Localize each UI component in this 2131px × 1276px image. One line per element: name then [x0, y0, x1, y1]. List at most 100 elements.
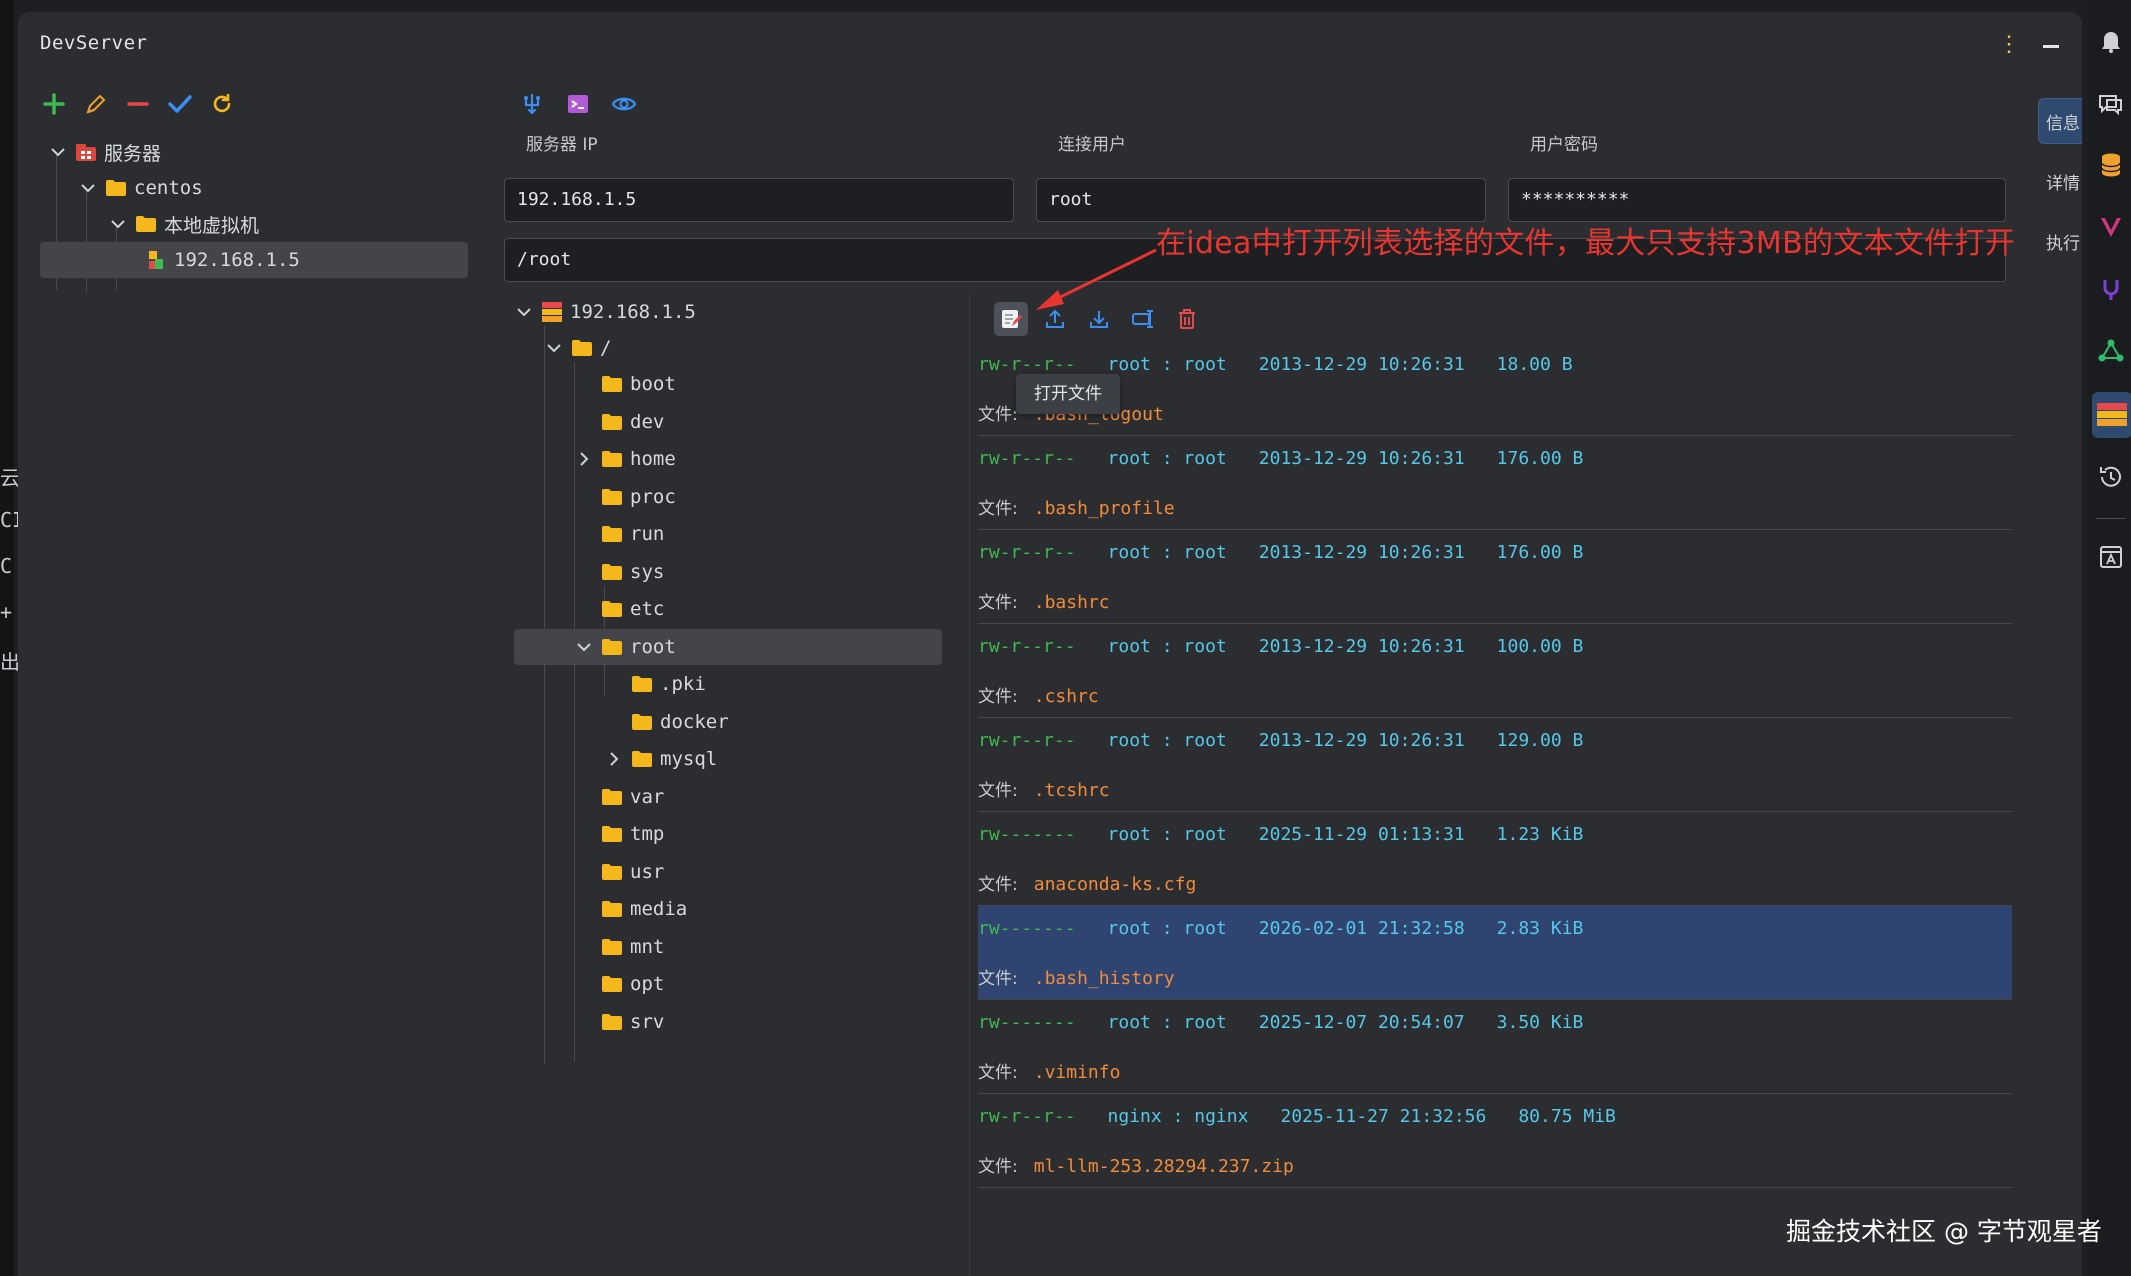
file-row[interactable]: rw------- root : root 2025-11-29 01:13:31 1… — [978, 812, 2012, 906]
chevron-down-icon[interactable] — [574, 637, 594, 657]
remote-dir-dev[interactable]: dev — [574, 404, 664, 440]
remote-dir-mysql[interactable]: mysql — [604, 741, 717, 777]
file-row[interactable]: rw-r--r-- root : root 2013-12-29 10:26:31 1… — [978, 624, 2012, 718]
tree-label: tmp — [630, 823, 665, 845]
remote-dir-var[interactable]: var — [574, 779, 664, 815]
chevron-down-icon[interactable] — [108, 214, 128, 234]
password-label: 用户密码 — [1530, 135, 1598, 155]
edit-icon[interactable] — [82, 90, 110, 118]
remote-dir-opt[interactable]: opt — [574, 966, 664, 1002]
graph-icon[interactable] — [2096, 336, 2126, 366]
file-label: 文件: — [978, 499, 1018, 519]
remote-host-node[interactable]: 192.168.1.5 — [514, 294, 696, 330]
remote-dir-docker[interactable]: docker — [604, 704, 729, 740]
ip-label: 服务器 IP — [526, 135, 598, 155]
sftp-icon[interactable] — [518, 90, 546, 118]
file-row[interactable]: rw-r--r-- nginx : nginx 2025-11-27 21:32:5… — [978, 1094, 2012, 1188]
app-title: DevServer — [40, 32, 148, 54]
tree-label: 服务器 — [104, 142, 162, 165]
remote-dir-etc[interactable]: etc — [574, 591, 664, 627]
remote-dir-root[interactable]: root — [514, 628, 942, 665]
chevron-right-icon[interactable] — [604, 749, 624, 769]
file-name: .viminfo — [1033, 1062, 1121, 1083]
notification-bell-icon[interactable] — [2096, 26, 2126, 56]
ip-input[interactable]: 192.168.1.5 — [504, 178, 1014, 222]
remote-dir-home[interactable]: home — [574, 441, 676, 477]
tab-details[interactable]: 详情 — [2038, 158, 2082, 204]
file-size: 2.83 KiB — [1496, 918, 1584, 939]
open-file-icon[interactable] — [994, 302, 1028, 336]
history-icon[interactable] — [2096, 462, 2126, 492]
devserver-tool-icon[interactable] — [2092, 392, 2131, 438]
tree-node-servers[interactable]: 服务器 — [48, 134, 161, 170]
file-size: 129.00 B — [1496, 730, 1584, 751]
add-icon[interactable] — [40, 90, 68, 118]
delete-icon[interactable] — [1170, 302, 1204, 336]
remote-dir-pki[interactable]: .pki — [604, 666, 706, 702]
file-row[interactable]: rw------- root : root 2025-12-07 20:54:07 3… — [978, 1000, 2012, 1094]
chevron-down-icon[interactable] — [78, 178, 98, 198]
chevron-right-icon[interactable] — [574, 449, 594, 469]
file-name: ml-llm-253.28294.237.zip — [1033, 1156, 1294, 1177]
remote-dir-sys[interactable]: sys — [574, 554, 664, 590]
refresh-icon[interactable] — [208, 90, 236, 118]
folder-icon — [600, 861, 624, 883]
remote-dir-run[interactable]: run — [574, 516, 664, 552]
remote-dir-media[interactable]: media — [574, 891, 687, 927]
file-size: 176.00 B — [1496, 448, 1584, 469]
terminal-icon[interactable] — [564, 90, 592, 118]
remove-icon[interactable] — [124, 90, 152, 118]
password-input[interactable]: ********** — [1508, 178, 2006, 222]
tree-label: 192.168.1.5 — [570, 301, 696, 323]
remote-dir-tmp[interactable]: tmp — [574, 816, 664, 852]
vue-plugin-icon[interactable] — [2096, 212, 2126, 242]
server-toolbar — [40, 90, 236, 126]
database-icon[interactable] — [2096, 150, 2126, 180]
plugin-icon[interactable] — [2096, 274, 2126, 304]
folder-icon — [600, 523, 624, 545]
file-permissions: rw-r--r-- — [978, 448, 1076, 469]
file-row[interactable]: rw------- root : root 2026-02-01 21:32:58 2… — [978, 906, 2012, 1000]
file-row[interactable]: rw-r--r-- root : root 2013-12-29 10:26:31 1… — [978, 718, 2012, 812]
more-options-icon[interactable]: ⋮ — [1998, 32, 2020, 58]
remote-dir-boot[interactable]: boot — [574, 366, 676, 402]
file-permissions: rw-r--r-- — [978, 730, 1076, 751]
tree-node-centos[interactable]: centos — [78, 170, 203, 206]
minimize-button[interactable] — [2038, 32, 2064, 58]
gutter-char: C — [0, 554, 13, 578]
translate-icon[interactable] — [2096, 542, 2126, 572]
remote-dir-srv[interactable]: srv — [574, 1004, 664, 1040]
chevron-down-icon[interactable] — [544, 338, 564, 358]
remote-dir-mnt[interactable]: mnt — [574, 929, 664, 965]
folder-icon — [600, 898, 624, 920]
gutter-char: 出 — [0, 650, 20, 674]
remote-dir-proc[interactable]: proc — [574, 479, 676, 515]
tree-label: / — [600, 337, 612, 359]
user-input[interactable]: root — [1036, 178, 1486, 222]
tree-node-host[interactable]: 192.168.1.5 — [40, 242, 468, 278]
folder-icon — [630, 673, 654, 695]
check-icon[interactable] — [166, 90, 194, 118]
tab-execute[interactable]: 执行 — [2038, 218, 2082, 264]
remote-dir-usr[interactable]: usr — [574, 854, 664, 890]
chevron-down-icon[interactable] — [514, 302, 534, 322]
folder-icon — [600, 561, 624, 583]
annotation-arrow — [1036, 248, 1157, 310]
eye-icon[interactable] — [610, 90, 638, 118]
tree-label: run — [630, 523, 665, 545]
file-row[interactable]: rw-r--r-- root : root 2013-12-29 10:26:31 1… — [978, 436, 2012, 530]
chevron-down-icon[interactable] — [48, 142, 68, 162]
file-row[interactable]: rw-r--r-- root : root 2013-12-29 10:26:31 1… — [978, 342, 2012, 436]
tree-node-local-vm[interactable]: 本地虚拟机 — [108, 206, 259, 242]
file-owner: root : root — [1107, 1012, 1227, 1033]
tab-info[interactable]: 信息 — [2038, 98, 2082, 144]
tree-label: mnt — [630, 935, 665, 958]
ai-chat-icon[interactable] — [2096, 88, 2126, 118]
remote-root-node[interactable]: / — [544, 330, 611, 366]
file-row[interactable]: rw-r--r-- root : root 2013-12-29 10:26:31 1… — [978, 530, 2012, 624]
